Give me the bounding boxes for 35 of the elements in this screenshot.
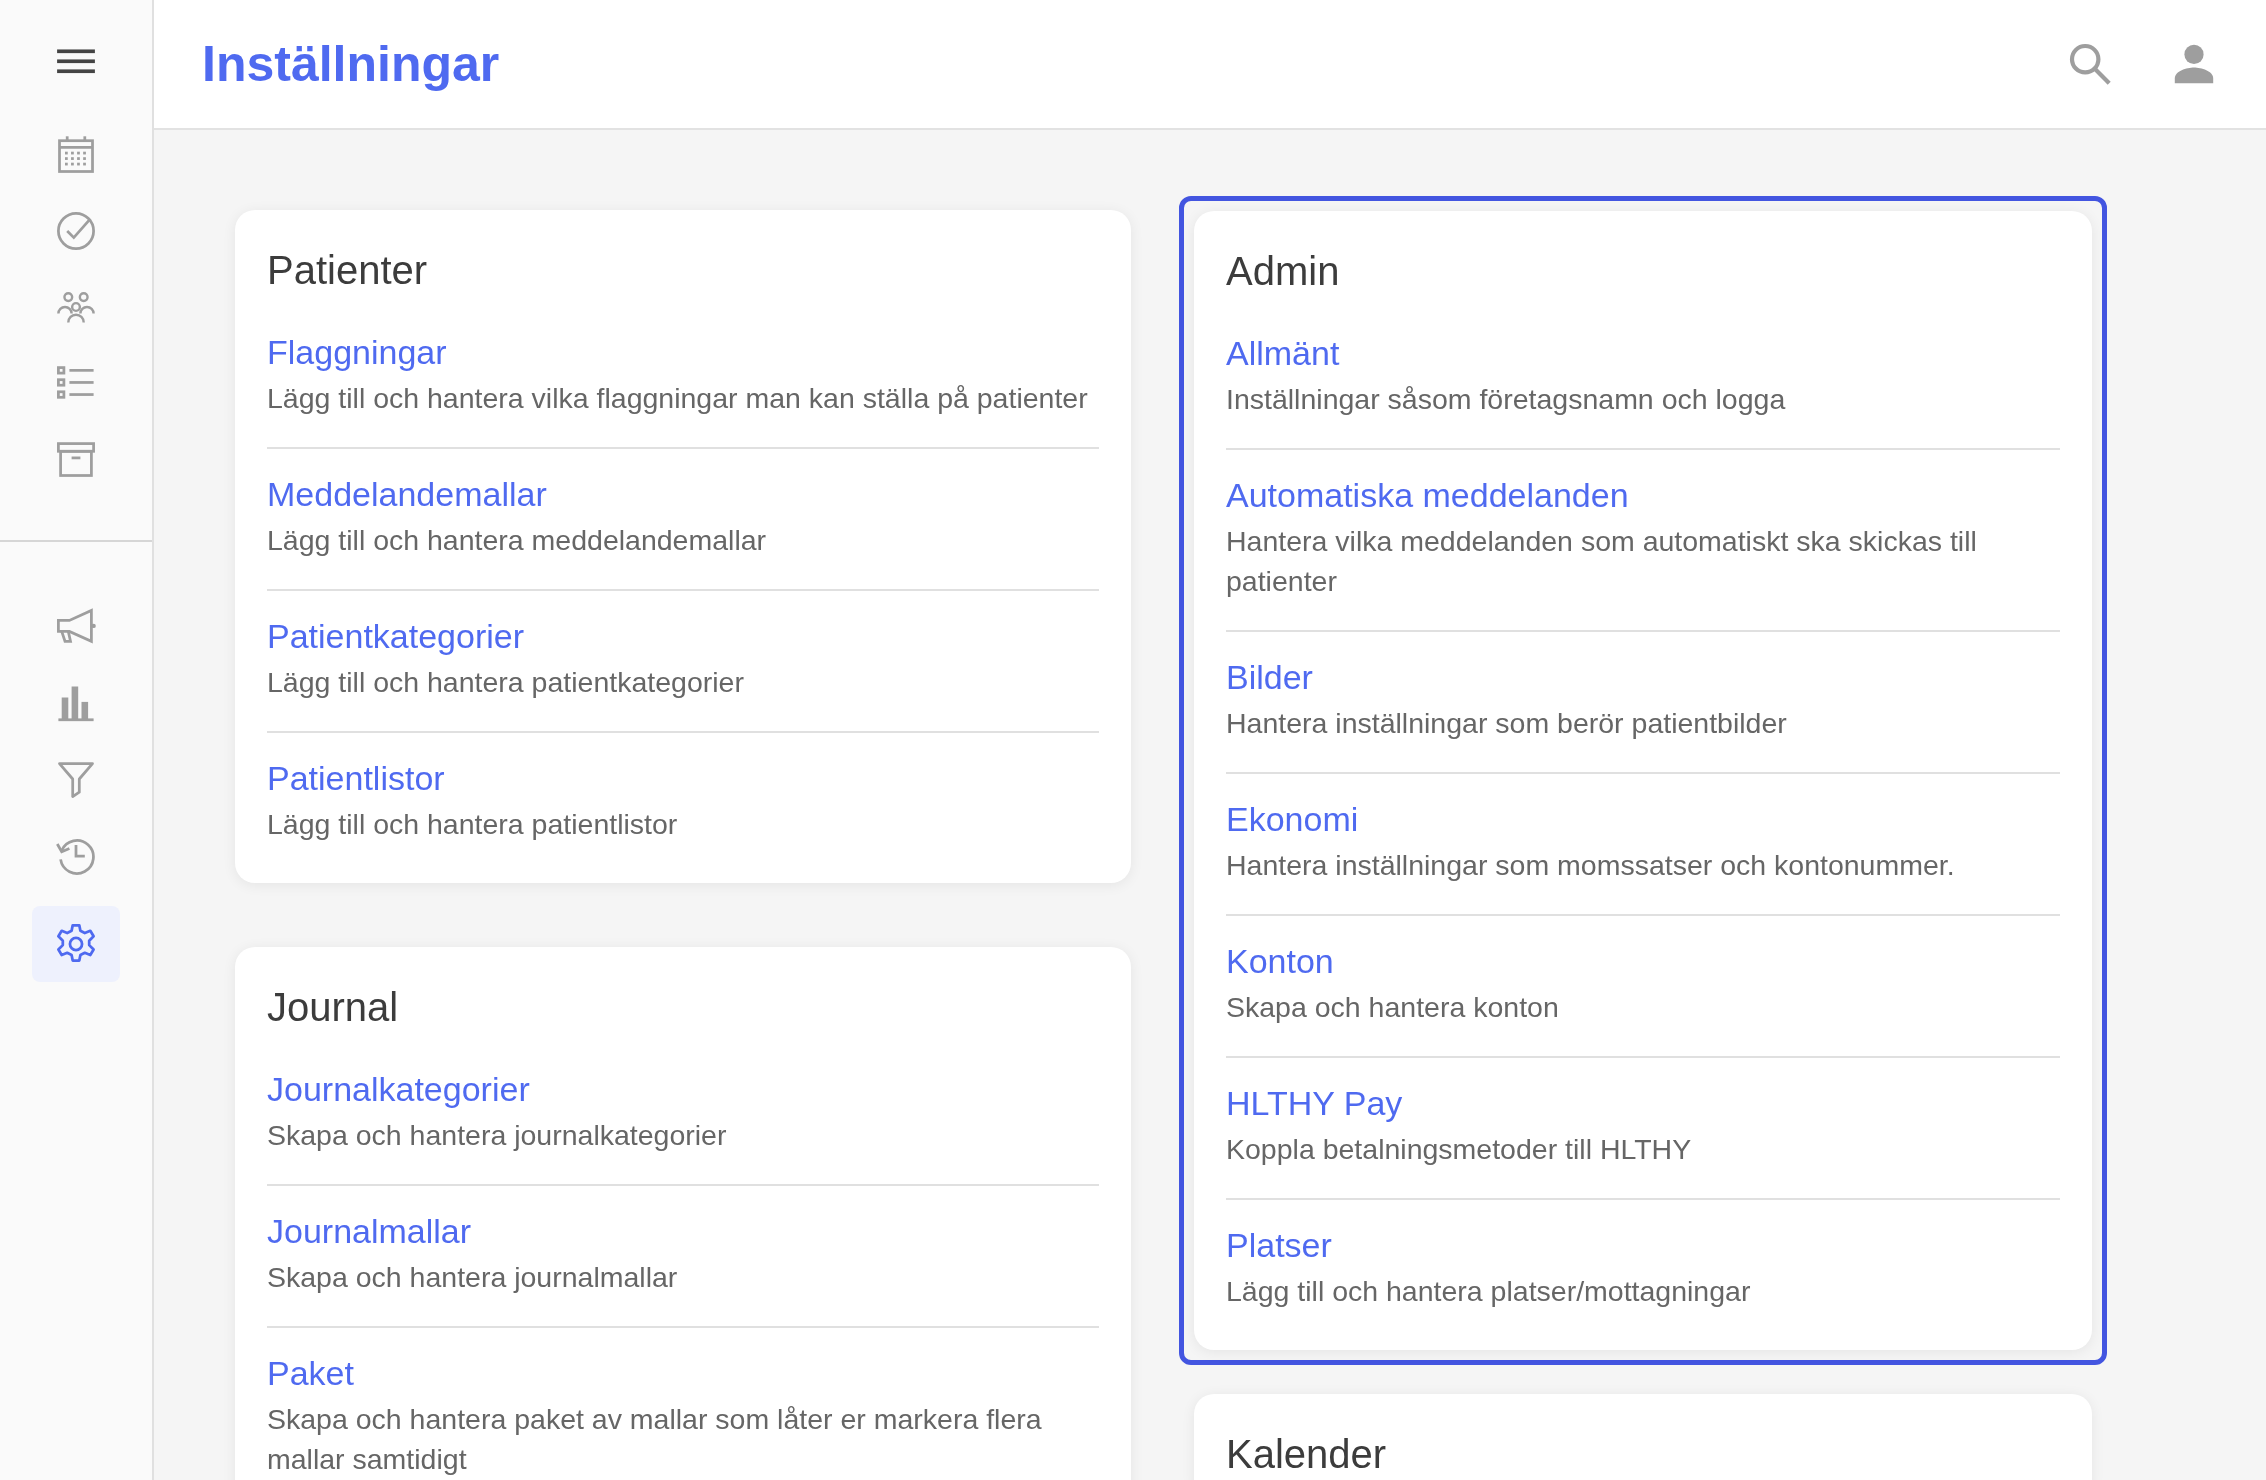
check-circle-icon xyxy=(54,209,98,253)
setting-description: Lägg till och hantera patientlistor xyxy=(267,807,678,842)
settings-link[interactable]: Meddelandemallar xyxy=(267,475,547,514)
section-title: Kalender xyxy=(1226,1432,1388,1477)
settings-link[interactable]: Automatiska meddelanden xyxy=(1226,476,1629,515)
settings-link[interactable]: Ekonomi xyxy=(1226,800,1359,839)
setting-description: Lägg till och hantera patientkategorier xyxy=(267,665,744,700)
settings-link[interactable]: Konton xyxy=(1226,942,1334,981)
setting-description: Lägg till och hantera meddelandemallar xyxy=(267,523,767,558)
setting-description: Skapa och hantera paket av mallar som låter er markera flera mallar samtidigt xyxy=(267,1402,1043,1477)
settings-link[interactable]: Journalmallar xyxy=(267,1212,472,1251)
settings-link[interactable]: Bilder xyxy=(1226,658,1313,697)
settings-link[interactable]: Paket xyxy=(267,1354,354,1393)
setting-description: Hantera inställningar som momssatser och kontonummer. xyxy=(1226,848,1955,883)
setting-description: Hantera inställningar som berör patientbilder xyxy=(1226,706,1787,741)
setting-description: Skapa och hantera konton xyxy=(1226,990,1559,1025)
section-title: Journal xyxy=(267,985,400,1030)
settings-link[interactable]: Platser xyxy=(1226,1226,1332,1265)
setting-description: Skapa och hantera journalkategorier xyxy=(267,1118,727,1153)
section-title: Admin xyxy=(1226,249,1341,294)
setting-description: Lägg till och hantera platser/mottagningar xyxy=(1226,1274,1751,1309)
settings-link[interactable]: Patientkategorier xyxy=(267,617,525,656)
settings-link[interactable]: Patientlistor xyxy=(267,759,445,798)
section-title: Patienter xyxy=(267,248,429,293)
setting-description: Lägg till och hantera vilka flaggningar man kan ställa på patienter xyxy=(267,381,1088,416)
settings-link[interactable]: Flaggningar xyxy=(267,333,447,372)
settings-link[interactable]: Journalkategorier xyxy=(267,1070,530,1109)
setting-description: Hantera vilka meddelanden som automatiskt ska skickas till patienter xyxy=(1226,524,1978,599)
setting-description: Koppla betalningsmetoder till HLTHY xyxy=(1226,1132,1692,1167)
setting-description: Inställningar såsom företagsnamn och logga xyxy=(1226,382,1786,417)
setting-description: Skapa och hantera journalmallar xyxy=(267,1260,678,1295)
sidebar-item[interactable] xyxy=(32,906,120,982)
settings-link[interactable]: HLTHY Pay xyxy=(1226,1084,1403,1123)
page-title: Inställningar xyxy=(202,35,501,93)
settings-link[interactable]: Allmänt xyxy=(1226,334,1340,373)
